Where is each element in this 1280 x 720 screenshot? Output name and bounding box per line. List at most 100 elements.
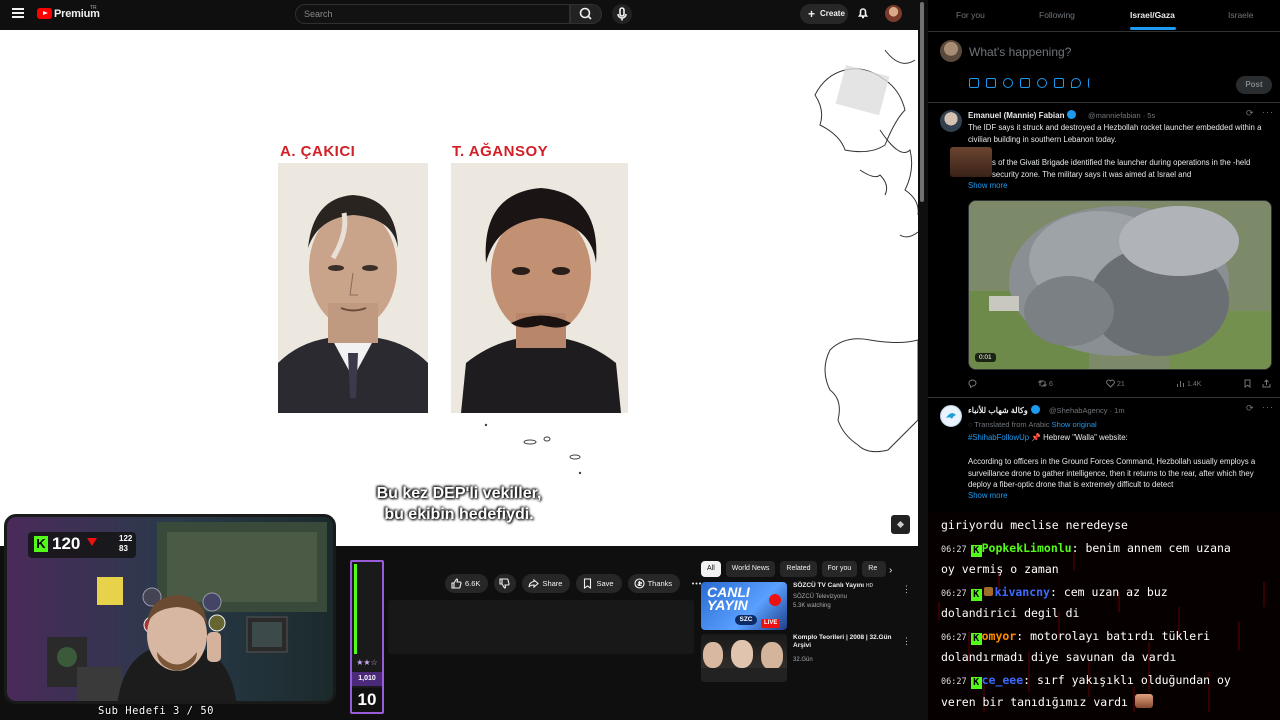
- bookmark-button[interactable]: [1243, 379, 1254, 388]
- tweet-author-name[interactable]: Emanuel (Mannie) Fabian: [968, 110, 1077, 120]
- compose-input[interactable]: What's happening?: [969, 45, 1071, 59]
- chevron-right-icon[interactable]: ›: [889, 565, 892, 576]
- show-more-link[interactable]: Show more: [968, 491, 1007, 500]
- like-button[interactable]: 21: [1106, 379, 1125, 388]
- account-avatar[interactable]: [885, 5, 902, 22]
- schedule-icon[interactable]: [1054, 78, 1064, 88]
- share-button[interactable]: [1262, 379, 1273, 388]
- tweet-handle[interactable]: @ShehabAgency · 1m: [1049, 406, 1125, 415]
- recommendation-title[interactable]: SÖZCÜ TV Canlı Yayını HD: [793, 582, 905, 590]
- recommendation-meta: 5.3K watching: [793, 603, 831, 609]
- tab-israel-gaza[interactable]: Israel/Gaza: [1130, 10, 1175, 20]
- video-player[interactable]: A. ÇAKICI T. AĞANSOY Bu kez DEP'li vekil…: [0, 30, 918, 546]
- show-more-link[interactable]: Show more: [968, 181, 1007, 190]
- hashtag-link[interactable]: #ShihabFollowUp: [968, 433, 1029, 442]
- show-original-link[interactable]: Show original: [1052, 420, 1097, 429]
- like-count: 6.6K: [465, 579, 481, 588]
- stat-top: 122: [119, 534, 133, 543]
- kick-badge-icon: K: [970, 545, 982, 557]
- twitter-scrollbar[interactable]: [1274, 0, 1280, 512]
- youtube-logo-icon[interactable]: [37, 8, 52, 19]
- tweet-video[interactable]: 0:01: [968, 200, 1272, 370]
- chat-username[interactable]: kivancny: [995, 585, 1050, 599]
- search-input[interactable]: Search: [295, 4, 570, 24]
- recommendation-item[interactable]: CANLI YAYIN SZC LIVE SÖZCÜ TV Canlı Yayı…: [701, 582, 911, 630]
- chip-world-news[interactable]: World News: [725, 561, 776, 577]
- goal-progress-fill: [354, 564, 357, 654]
- grok-icon[interactable]: [1003, 78, 1013, 88]
- voice-search-button[interactable]: [612, 4, 632, 24]
- media-icon[interactable]: [969, 78, 979, 88]
- views-button[interactable]: 1.4K: [1176, 379, 1201, 388]
- verified-badge-icon: [1067, 110, 1077, 119]
- more-horizontal-icon[interactable]: ···: [1262, 107, 1274, 117]
- thanks-button[interactable]: Thanks: [627, 574, 681, 593]
- reply-button[interactable]: [968, 379, 979, 389]
- thumbnail-channel-logo: SZC: [735, 615, 757, 625]
- retweet-count: 6: [1049, 381, 1053, 388]
- chip-all[interactable]: All: [701, 561, 721, 577]
- search-button[interactable]: [570, 4, 602, 24]
- video-duration: 0:01: [975, 353, 996, 362]
- photo-label-left: A. ÇAKICI: [280, 143, 356, 160]
- compose-toolbar: [969, 78, 1098, 88]
- goal-count-small: 1,010: [352, 672, 382, 686]
- reply-icon: [968, 379, 977, 389]
- chat-message: 06:27 Komyor: motorolayı batırdı tükleri: [941, 629, 1211, 645]
- create-button[interactable]: Create: [800, 4, 848, 24]
- tweet-avatar[interactable]: [940, 405, 962, 427]
- goal-count-big: 10: [352, 688, 382, 712]
- tweet-handle[interactable]: @manniefabian · 5s: [1088, 111, 1155, 120]
- search-icon: [579, 7, 592, 20]
- chat-username[interactable]: ce_eee: [982, 673, 1024, 687]
- tweet-avatar[interactable]: [940, 110, 962, 132]
- stream-chat: giriyordu meclise neredeyse 06:27 K Popkek…: [928, 512, 1280, 720]
- notifications-bell-icon[interactable]: [856, 6, 870, 20]
- more-vertical-icon[interactable]: ⋮: [902, 636, 911, 647]
- tab-following[interactable]: Following: [1039, 10, 1075, 20]
- emoji-icon[interactable]: [1037, 78, 1047, 88]
- more-horizontal-icon[interactable]: ···: [1262, 402, 1274, 412]
- menu-icon[interactable]: [12, 8, 24, 18]
- save-button[interactable]: Save: [576, 574, 622, 593]
- grok-icon[interactable]: ⟳: [1246, 403, 1255, 414]
- emote-image: [1134, 694, 1153, 708]
- chat-username[interactable]: omyor: [982, 629, 1017, 643]
- poll-icon[interactable]: [1020, 78, 1030, 88]
- recommendation-title[interactable]: Komplo Teorileri | 2008 | 32.Gün Arşivi: [793, 634, 905, 650]
- thanks-label: Thanks: [647, 579, 673, 588]
- post-button[interactable]: Post: [1236, 76, 1272, 94]
- description-panel[interactable]: [388, 600, 694, 654]
- dislike-button[interactable]: [494, 574, 517, 593]
- recommendation-thumbnail[interactable]: [701, 634, 787, 682]
- recommendation-thumbnail[interactable]: CANLI YAYIN SZC LIVE: [701, 582, 787, 630]
- youtube-scrollbar[interactable]: [918, 0, 928, 720]
- share-button[interactable]: Share: [522, 574, 571, 593]
- tab-for-you[interactable]: For you: [956, 10, 985, 20]
- retweet-icon: [1038, 380, 1047, 387]
- chip-recent[interactable]: Re: [862, 561, 887, 577]
- like-button[interactable]: 6.6K: [445, 574, 489, 593]
- recommendation-chips: All World News Related For you Re: [701, 561, 887, 577]
- grok-icon[interactable]: ⟳: [1246, 108, 1255, 119]
- flag-icon[interactable]: [1088, 78, 1098, 88]
- more-vertical-icon[interactable]: ⋮: [902, 584, 911, 595]
- chip-related[interactable]: Related: [780, 561, 817, 577]
- tweet-text: According to officers in the Ground Forc…: [968, 457, 1256, 489]
- chat-username[interactable]: PopkekLimonlu: [982, 541, 1072, 555]
- gif-icon[interactable]: [986, 78, 996, 88]
- recommendation-item[interactable]: Komplo Teorileri | 2008 | 32.Gün Arşivi …: [701, 634, 911, 682]
- translation-note: ◌ Translated from Arabic Show original: [968, 420, 1097, 429]
- player-settings-chip[interactable]: [891, 515, 910, 534]
- tweet-author-name[interactable]: وكالة شهاب للأنباء: [968, 405, 1040, 415]
- retweet-button[interactable]: 6: [1038, 379, 1053, 388]
- chat-message-continued: veren bir tanıdığımız vardı: [941, 694, 1153, 709]
- location-icon[interactable]: [1071, 78, 1081, 88]
- region-code: TR: [90, 5, 97, 11]
- recommendation-channel[interactable]: 32.Gün: [793, 657, 813, 663]
- compose-avatar[interactable]: [940, 40, 962, 62]
- chip-for-you[interactable]: For you: [821, 561, 858, 577]
- tab-israele[interactable]: Israele: [1228, 10, 1254, 20]
- recommendation-channel[interactable]: SÖZCÜ Televizyonu: [793, 594, 847, 600]
- chat-message-continued: dolandırmadı diye savunan da vardı: [941, 650, 1177, 664]
